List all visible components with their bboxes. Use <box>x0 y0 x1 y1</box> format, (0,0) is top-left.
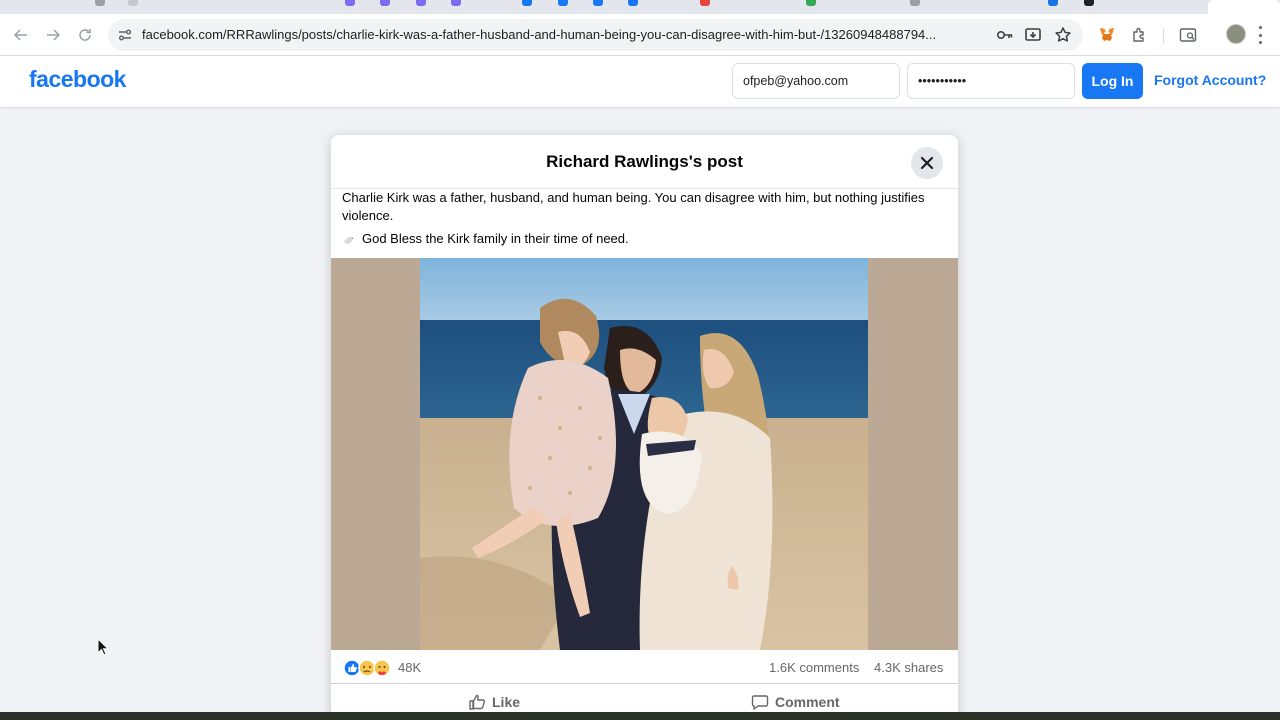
close-icon <box>920 156 934 170</box>
thumbs-up-icon <box>469 694 486 710</box>
forward-arrow-icon[interactable] <box>42 24 64 46</box>
tab-favicon[interactable] <box>700 0 710 6</box>
tab-favicon[interactable] <box>593 0 603 6</box>
reactions-row: 48K 1.6K comments 4.3K shares <box>331 650 958 684</box>
modal-title: Richard Rawlings's post <box>546 152 743 171</box>
care-reaction-icon <box>373 659 391 677</box>
shares-count[interactable]: 4.3K shares <box>874 660 943 675</box>
password-key-icon[interactable] <box>996 26 1014 44</box>
dove-icon <box>344 236 354 244</box>
post-blessing-text: God Bless the Kirk family in their time … <box>362 231 629 246</box>
bookmark-star-icon[interactable] <box>1054 26 1072 44</box>
metamask-extension-icon[interactable] <box>1097 25 1117 45</box>
like-reaction-icon <box>343 659 361 677</box>
forgot-account-link[interactable]: Forgot Account? <box>1154 72 1266 88</box>
tab-favicon[interactable] <box>1084 0 1094 6</box>
comment-bubble-icon <box>751 695 769 710</box>
tab-favicon[interactable] <box>380 0 390 6</box>
tab-favicon[interactable] <box>128 0 138 6</box>
comment-label: Comment <box>775 694 840 710</box>
active-tab[interactable] <box>1208 0 1280 14</box>
facebook-header: facebook Log In Forgot Account? <box>0 56 1280 107</box>
tab-favicon[interactable] <box>806 0 816 6</box>
tab-favicon[interactable] <box>522 0 532 6</box>
address-bar[interactable]: facebook.com/RRRawlings/posts/charlie-ki… <box>108 19 1083 51</box>
post-text: Charlie Kirk was a father, husband, and … <box>342 190 925 223</box>
login-button[interactable]: Log In <box>1082 63 1143 99</box>
browser-tab-strip <box>0 0 1280 14</box>
install-app-icon[interactable] <box>1024 26 1042 44</box>
tab-favicon[interactable] <box>558 0 568 6</box>
tab-favicon[interactable] <box>451 0 461 6</box>
desktop-bottom-strip <box>0 712 1280 720</box>
password-field[interactable] <box>907 63 1075 99</box>
post-modal: Richard Rawlings's post Charlie Kirk was… <box>331 135 958 720</box>
browser-toolbar: facebook.com/RRRawlings/posts/charlie-ki… <box>0 14 1280 56</box>
like-label: Like <box>492 694 521 710</box>
toolbar-divider <box>1163 28 1164 44</box>
tab-favicon[interactable] <box>910 0 920 6</box>
back-arrow-icon[interactable] <box>10 24 32 46</box>
comments-count[interactable]: 1.6K comments <box>769 660 859 675</box>
reaction-count[interactable]: 48K <box>398 660 421 675</box>
post-text-line2: God Bless the Kirk family in their time … <box>342 231 629 246</box>
facebook-logo[interactable]: facebook <box>29 66 126 93</box>
tab-favicon[interactable] <box>628 0 638 6</box>
reading-list-icon[interactable] <box>1178 25 1198 45</box>
email-field[interactable] <box>732 63 900 99</box>
modal-header: Richard Rawlings's post <box>331 135 958 189</box>
site-settings-icon[interactable] <box>116 26 134 44</box>
reaction-icons[interactable] <box>343 659 391 677</box>
post-photo[interactable] <box>420 258 868 650</box>
close-button[interactable] <box>911 147 943 179</box>
sad-reaction-icon <box>358 659 376 677</box>
family-beach-photo <box>420 258 868 650</box>
menu-dots-icon[interactable] <box>1259 26 1263 44</box>
post-photo-frame[interactable] <box>331 258 958 650</box>
mouse-cursor-icon <box>97 638 109 656</box>
tab-favicon[interactable] <box>416 0 426 6</box>
tab-favicon[interactable] <box>345 0 355 6</box>
tab-favicon[interactable] <box>1048 0 1058 6</box>
tab-favicon[interactable] <box>95 0 105 6</box>
url-text[interactable]: facebook.com/RRRawlings/posts/charlie-ki… <box>142 27 992 42</box>
extensions-puzzle-icon[interactable] <box>1130 25 1150 45</box>
profile-avatar-icon[interactable] <box>1226 24 1246 44</box>
reload-icon[interactable] <box>74 24 96 46</box>
